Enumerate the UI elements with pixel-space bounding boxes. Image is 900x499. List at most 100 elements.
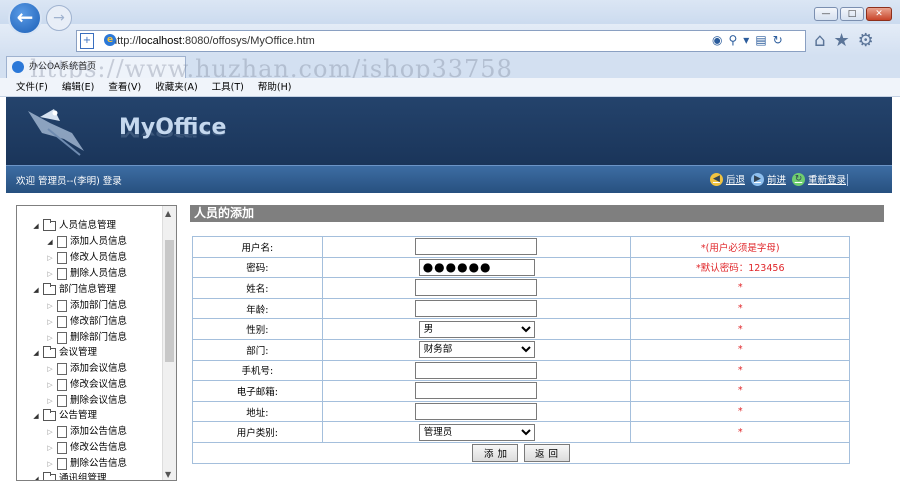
scrollbar-thumb[interactable]	[165, 240, 174, 362]
link-relogin-label: 重新登录	[807, 175, 846, 186]
tree-group-department[interactable]: ◢ 部门信息管理	[31, 282, 116, 298]
menu-view[interactable]: 查看(V)	[106, 78, 143, 96]
search-icon[interactable]: ⚲	[728, 33, 737, 47]
menu-edit[interactable]: 编辑(E)	[60, 78, 96, 96]
home-icon[interactable]: ⌂	[814, 30, 825, 51]
tree-group-label: 部门信息管理	[59, 284, 117, 295]
collapse-arrow-icon: ▷	[47, 254, 53, 262]
field-hint: *	[630, 400, 850, 423]
dropdown-arrow-icon[interactable]: ▾	[743, 33, 749, 47]
minimize-button[interactable]: —	[814, 7, 838, 21]
folder-icon	[43, 283, 56, 295]
tree-item-delete-personnel[interactable]: ▷ 删除人员信息	[45, 266, 127, 282]
field-hint: *	[630, 318, 850, 340]
expand-arrow-icon[interactable]: ◢	[31, 218, 41, 234]
form-buttons-cell: 添加 返回	[192, 442, 850, 464]
address-input[interactable]	[414, 403, 537, 421]
tree-item-label: 添加会议信息	[70, 363, 128, 374]
add-to-favorites-icon[interactable]: +	[80, 33, 94, 49]
close-button[interactable]: ✕	[866, 7, 892, 21]
maximize-button[interactable]: □	[840, 7, 864, 21]
usertype-select[interactable]: 管理员	[418, 423, 535, 441]
field-cell: 财务部	[321, 338, 632, 361]
tree-item-label: 删除公告信息	[70, 458, 128, 469]
menu-favorites[interactable]: 收藏夹(A)	[153, 78, 199, 96]
field-hint: *	[630, 421, 850, 443]
link-relogin[interactable]: ↻ 重新登录	[791, 172, 846, 186]
collapse-arrow-icon: ▷	[47, 444, 53, 452]
document-icon	[57, 442, 67, 454]
tree-item-delete-department[interactable]: ▷ 删除部门信息	[45, 330, 127, 346]
scroll-down-icon[interactable]: ▼	[165, 470, 171, 479]
menu-file[interactable]: 文件(F)	[14, 78, 50, 96]
age-input[interactable]	[414, 300, 537, 318]
field-cell: 男	[321, 318, 632, 340]
email-input[interactable]	[414, 382, 537, 400]
tree-item-edit-department[interactable]: ▷ 修改部门信息	[45, 314, 127, 330]
back-return-button[interactable]: 返回	[523, 443, 570, 462]
welcome-text: 欢迎 管理员--(李明) 登录	[16, 176, 122, 187]
field-cell	[321, 236, 632, 258]
refresh-icon[interactable]: ↻	[773, 33, 783, 47]
tree-group-meeting[interactable]: ◢ 会议管理	[31, 345, 97, 361]
link-forward[interactable]: ▶ 前进	[750, 172, 786, 186]
tree-item-add-notice[interactable]: ▷ 添加公告信息	[45, 424, 127, 440]
collapse-arrow-icon: ▷	[47, 428, 53, 436]
tree-item-edit-personnel[interactable]: ▷ 修改人员信息	[45, 250, 127, 266]
forward-button[interactable]: →	[46, 5, 72, 31]
department-select[interactable]: 财务部	[418, 341, 535, 359]
address-tools: ◉ ⚲ ▾ ▤ ↻	[712, 33, 783, 47]
phone-input[interactable]	[414, 361, 537, 379]
tree-item-add-personnel[interactable]: ◢ 添加人员信息	[45, 234, 127, 250]
tree-group-label: 人员信息管理	[59, 220, 117, 231]
compat-view-icon[interactable]: ◉	[712, 33, 722, 47]
tree-item-delete-notice[interactable]: ▷ 删除公告信息	[45, 456, 127, 472]
tree-group-contacts[interactable]: ◢ 通讯组管理	[31, 471, 107, 480]
tree-item-add-department[interactable]: ▷ 添加部门信息	[45, 298, 127, 314]
username-input[interactable]	[414, 238, 537, 256]
collapse-arrow-icon: ▷	[47, 270, 53, 278]
favorites-star-icon[interactable]: ★	[833, 30, 849, 51]
menu-help[interactable]: 帮助(H)	[256, 78, 294, 96]
tree-item-edit-meeting[interactable]: ▷ 修改会议信息	[45, 377, 127, 393]
password-input[interactable]	[418, 258, 535, 276]
bird-logo-icon	[28, 109, 84, 156]
back-button[interactable]: ←	[8, 1, 42, 35]
form-row-usertype: 用户类别: 管理员 *	[192, 421, 850, 443]
tree-group-notice[interactable]: ◢ 公告管理	[31, 408, 97, 424]
tree-item-edit-notice[interactable]: ▷ 修改公告信息	[45, 440, 127, 456]
sidebar-scrollbar[interactable]: ▲ ▼	[162, 206, 176, 480]
expand-arrow-icon[interactable]: ◢	[31, 408, 41, 424]
tree-item-label: 删除会议信息	[70, 395, 128, 406]
tree-group-label: 会议管理	[59, 347, 98, 358]
link-back-label: 后退	[725, 175, 745, 186]
tree-group-personnel[interactable]: ◢ 人员信息管理	[31, 218, 116, 234]
collapse-arrow-icon: ▷	[47, 318, 53, 326]
field-label: 年龄:	[192, 297, 323, 320]
field-hint: *	[630, 380, 850, 402]
menu-tools[interactable]: 工具(T)	[210, 78, 246, 96]
address-bar[interactable]: http://localhost:8080/offosys/MyOffice.h…	[76, 30, 806, 52]
gender-select[interactable]: 男	[418, 320, 535, 338]
sidebar-tree: ◢ 人员信息管理 ◢ 添加人员信息 ▷ 修改人员信息 ▷ 删除人员信息 ◢ 部门信息管理 …	[16, 205, 177, 481]
add-button[interactable]: 添加	[472, 443, 519, 462]
collapse-arrow-icon: ▷	[47, 460, 53, 468]
field-label: 性别:	[192, 318, 323, 340]
document-icon	[57, 379, 67, 391]
tree-item-delete-meeting[interactable]: ▷ 删除会议信息	[45, 393, 127, 409]
tree-group-label: 公告管理	[59, 410, 98, 421]
form-row-age: 年龄: *	[192, 297, 850, 320]
expand-arrow-icon[interactable]: ◢	[31, 471, 41, 480]
expand-arrow-icon[interactable]: ◢	[31, 282, 41, 298]
scroll-up-icon[interactable]: ▲	[165, 209, 171, 218]
tree-item-add-meeting[interactable]: ▷ 添加会议信息	[45, 361, 127, 377]
document-icon	[57, 332, 67, 344]
name-input[interactable]	[414, 279, 537, 297]
expand-arrow-icon[interactable]: ◢	[31, 345, 41, 361]
link-back[interactable]: ◀ 后退	[709, 172, 745, 186]
field-hint: *默认密码：123456	[630, 256, 850, 279]
field-cell	[321, 256, 632, 279]
gear-icon[interactable]: ⚙	[858, 30, 874, 51]
compatibility-icon[interactable]: ▤	[755, 33, 766, 47]
field-hint: *	[630, 338, 850, 361]
